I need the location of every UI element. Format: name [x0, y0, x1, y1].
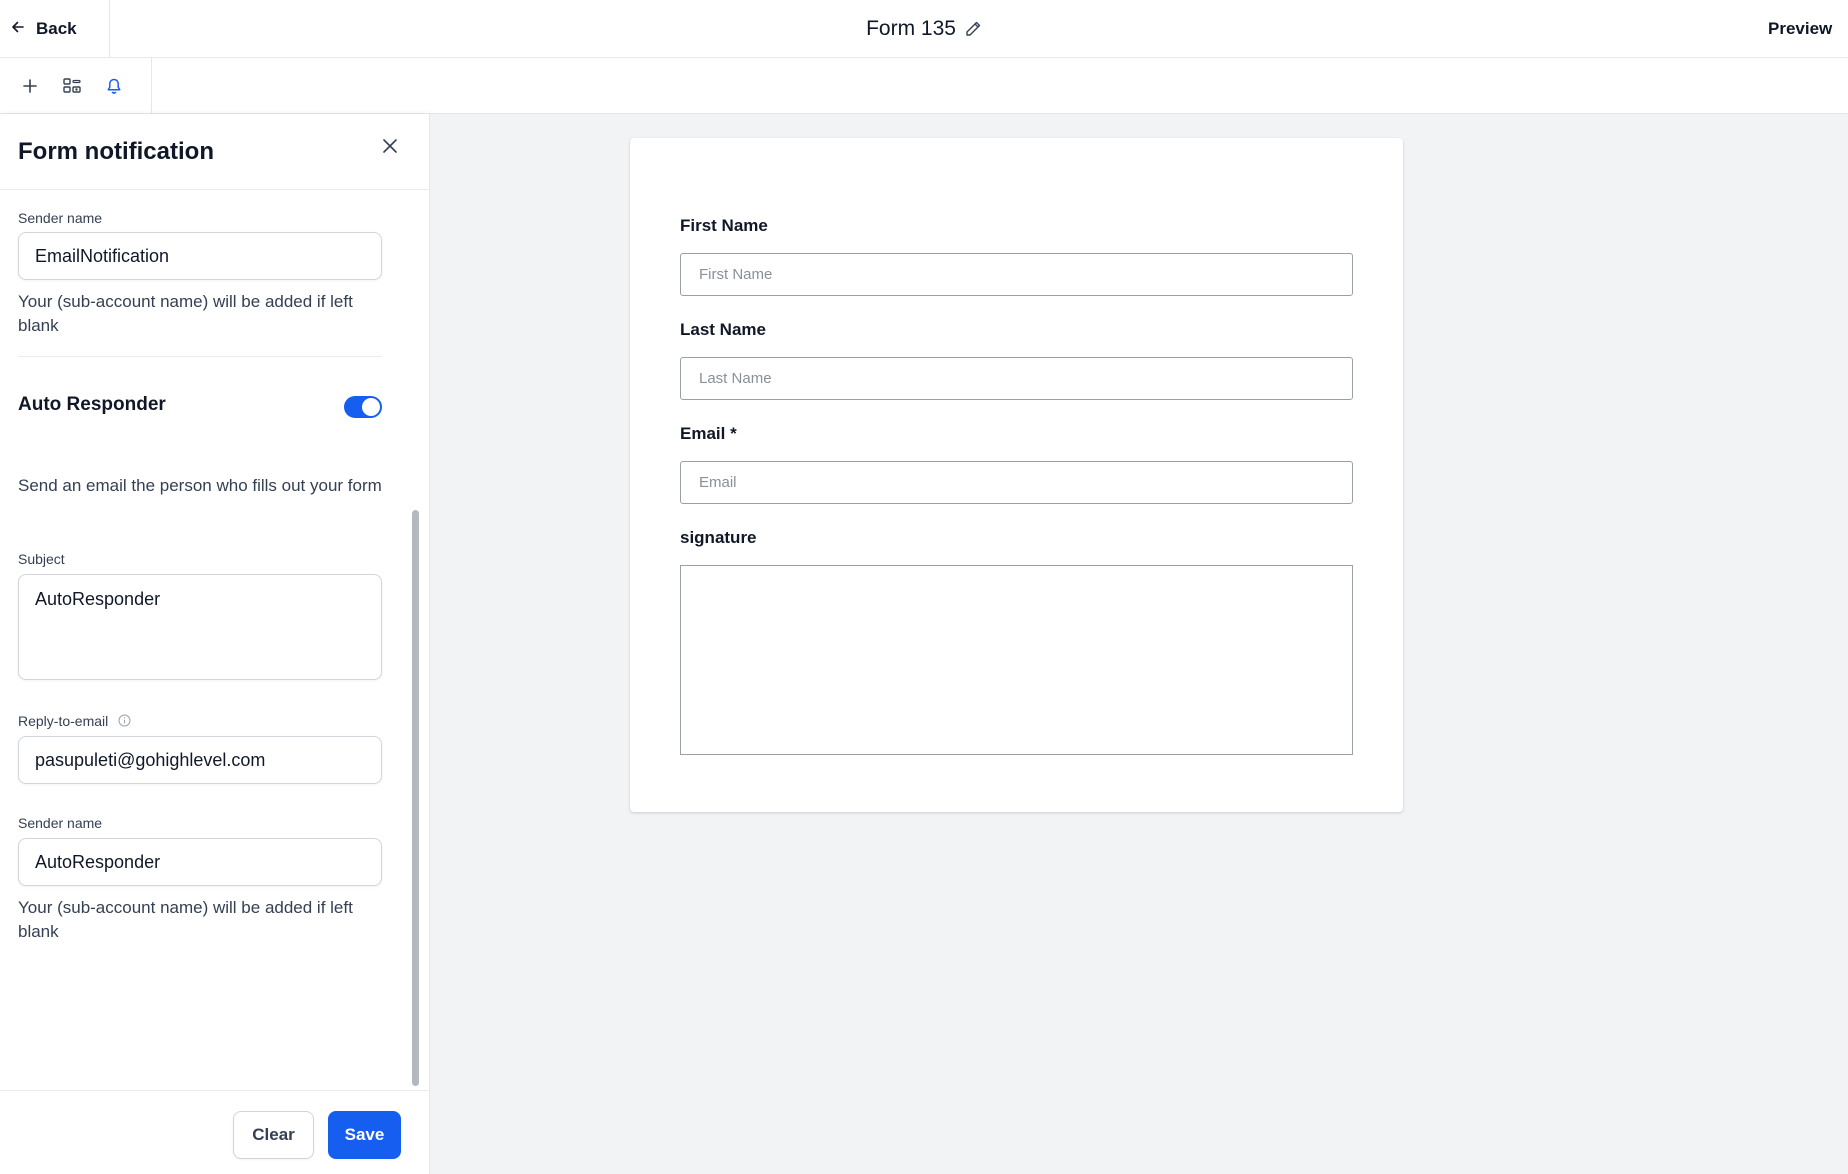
preview-button[interactable]: Preview	[1748, 0, 1848, 58]
top-bar: Back Form 135 Preview	[0, 0, 1848, 58]
auto-sender-name-label: Sender name	[18, 815, 103, 831]
signature-label: signature	[680, 528, 757, 547]
back-button[interactable]: Back	[0, 0, 110, 58]
form-title: Form 135	[866, 17, 956, 40]
last-name-label: Last Name	[680, 320, 766, 339]
auto-responder-toggle[interactable]	[344, 396, 382, 418]
email-label: Email *	[680, 424, 737, 443]
reply-to-label: Reply-to-email	[18, 713, 131, 730]
signature-pad[interactable]	[680, 565, 1353, 755]
last-name-field[interactable]: Last Name	[680, 357, 1353, 400]
info-icon[interactable]	[118, 714, 131, 730]
fields-icon[interactable]	[59, 73, 85, 99]
email-field[interactable]: Email	[680, 461, 1353, 504]
clear-button[interactable]: Clear	[233, 1111, 314, 1159]
section-divider	[18, 356, 382, 357]
first-name-label: First Name	[680, 216, 768, 235]
reply-to-email-input[interactable]: pasupuleti@gohighlevel.com	[18, 736, 382, 784]
toggle-knob	[362, 398, 380, 416]
bell-icon[interactable]	[101, 73, 127, 99]
sender-name-label: Sender name	[18, 210, 103, 226]
auto-responder-title: Auto Responder	[18, 394, 166, 415]
auto-responder-description: Send an email the person who fills out y…	[18, 476, 382, 495]
first-name-field[interactable]: First Name	[680, 253, 1353, 296]
subject-label: Subject	[18, 551, 65, 567]
pencil-icon[interactable]	[964, 20, 982, 38]
builder-toolbar	[0, 58, 1848, 114]
save-button[interactable]: Save	[328, 1111, 401, 1159]
panel-header: Form notification	[0, 114, 429, 190]
sender-name-help: Your (sub-account name) will be added if…	[18, 292, 353, 335]
notification-panel: Form notification Sender name EmailNotif…	[0, 114, 430, 1174]
back-label: Back	[36, 19, 77, 38]
arrow-left-icon	[10, 19, 26, 40]
reply-to-label-text: Reply-to-email	[18, 713, 109, 729]
form-canvas: First Name First Name Last Name Last Nam…	[430, 114, 1848, 1174]
panel-scrollbar[interactable]	[411, 190, 419, 1090]
form-preview-card: First Name First Name Last Name Last Nam…	[630, 138, 1403, 812]
auto-sender-name-input[interactable]: AutoResponder	[18, 838, 382, 886]
panel-title: Form notification	[18, 138, 214, 165]
plus-icon[interactable]	[17, 73, 43, 99]
sender-name-input[interactable]: EmailNotification	[18, 232, 382, 280]
auto-sender-name-help: Your (sub-account name) will be added if…	[18, 898, 353, 941]
panel-footer: Clear Save	[0, 1090, 430, 1174]
scrollbar-thumb[interactable]	[412, 510, 419, 1086]
close-icon[interactable]	[378, 134, 402, 158]
subject-input[interactable]: AutoResponder	[18, 574, 382, 680]
